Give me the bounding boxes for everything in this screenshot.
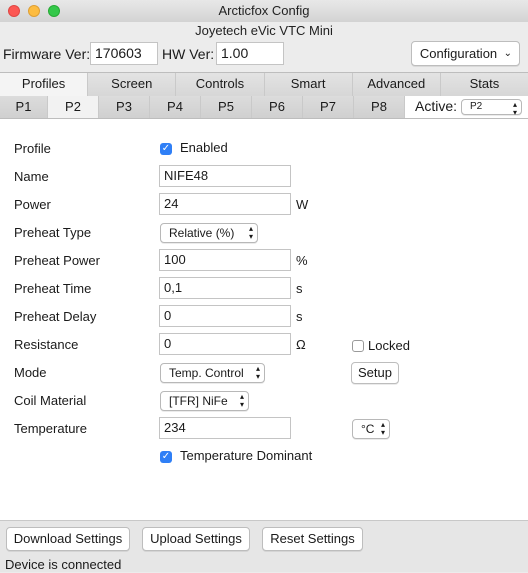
updown-icon: ▴ ▾ [512,100,517,117]
locked-label: Locked [368,338,410,353]
active-profile-area: Active: P2 ▴ ▾ [405,96,528,118]
chevron-down-icon: ⌄ [503,48,512,59]
checkmark-icon: ✓ [161,143,171,154]
preheat-type-select[interactable]: Relative (%) ▴ ▾ [160,223,258,243]
window-title: Arcticfox Config [218,3,310,18]
profile-label: Profile [14,141,51,156]
tab-p5[interactable]: P5 [201,96,252,118]
tab-advanced[interactable]: Advanced [353,73,441,97]
locked-checkbox[interactable] [352,340,364,352]
preheat-time-label: Preheat Time [14,281,92,296]
download-settings-button[interactable]: Download Settings [6,527,130,551]
power-unit: W [296,197,309,212]
preheat-power-field[interactable]: 100 [159,249,291,271]
device-name: Joyetech eVic VTC Mini [195,23,333,38]
resistance-unit: Ω [296,337,306,352]
reset-settings-label: Reset Settings [270,531,355,546]
title-bar: Arcticfox Config [0,0,528,22]
preheat-time-unit: s [296,281,303,296]
preheat-time-field[interactable]: 0,1 [159,277,291,299]
coil-material-label: Coil Material [14,393,87,408]
tab-p7[interactable]: P7 [303,96,354,118]
updown-icon: ▴ ▾ [380,420,385,437]
preheat-type-label: Preheat Type [14,225,92,240]
minimize-window-button[interactable] [28,5,40,17]
active-profile-value: P2 [470,101,483,112]
active-profile-select[interactable]: P2 ▴ ▾ [461,99,522,117]
configuration-label: Configuration [419,46,498,61]
updown-icon: ▴ ▾ [255,364,260,381]
preheat-type-value: Relative (%) [169,226,235,240]
setup-button[interactable]: Setup [351,362,399,384]
resistance-field[interactable]: 0 [159,333,291,355]
hw-version-label: HW Ver: [162,46,215,62]
enabled-label: Enabled [180,140,228,155]
download-settings-label: Download Settings [13,531,123,546]
power-field[interactable]: 24 [159,193,291,215]
tab-p8[interactable]: P8 [354,96,405,118]
temperature-unit-select[interactable]: °C ▴ ▾ [352,419,390,439]
coil-material-select[interactable]: [TFR] NiFe ▴ ▾ [160,391,249,411]
profile-settings-panel: Profile ✓ Enabled Name NIFE48 Power 24 W… [0,119,528,520]
mode-label: Mode [14,365,47,380]
preheat-delay-unit: s [296,309,303,324]
tab-p1[interactable]: P1 [0,96,48,118]
preheat-power-unit: % [296,253,308,268]
tab-p4[interactable]: P4 [150,96,201,118]
coil-material-value: [TFR] NiFe [169,394,228,408]
tab-smart[interactable]: Smart [265,73,353,97]
main-tabs: Profiles Screen Controls Smart Advanced … [0,72,528,98]
resistance-label: Resistance [14,337,79,352]
upload-settings-label: Upload Settings [150,531,242,546]
footer-bar: Download Settings Upload Settings Reset … [0,520,528,572]
tab-profiles[interactable]: Profiles [0,73,89,97]
firmware-field[interactable]: 170603 [90,42,158,65]
tab-p3[interactable]: P3 [99,96,150,118]
temperature-field[interactable]: 234 [159,417,291,439]
profile-tabs: P1 P2 P3 P4 P5 P6 P7 P8 Active: P2 ▴ ▾ [0,96,528,119]
enabled-checkbox[interactable]: ✓ [160,143,172,155]
updown-icon: ▴ ▾ [248,224,253,241]
updown-icon: ▴ ▾ [239,392,244,409]
power-label: Power [14,197,51,212]
mode-select[interactable]: Temp. Control ▴ ▾ [160,363,265,383]
tab-p6[interactable]: P6 [252,96,303,118]
tab-p2[interactable]: P2 [48,96,99,118]
configuration-dropdown[interactable]: Configuration ⌄ [411,41,520,66]
setup-label: Setup [358,365,392,380]
close-window-button[interactable] [8,5,20,17]
tab-stats[interactable]: Stats [441,73,528,97]
checkmark-icon: ✓ [161,451,171,462]
preheat-delay-field[interactable]: 0 [159,305,291,327]
name-field[interactable]: NIFE48 [159,165,291,187]
mode-value: Temp. Control [169,366,244,380]
preheat-delay-label: Preheat Delay [14,309,97,324]
upload-settings-button[interactable]: Upload Settings [142,527,250,551]
hw-version-field[interactable]: 1.00 [216,42,284,65]
active-label: Active: [415,98,458,114]
temperature-dominant-checkbox[interactable]: ✓ [160,451,172,463]
zoom-window-button[interactable] [48,5,60,17]
temperature-dominant-label: Temperature Dominant [180,448,313,463]
temperature-label: Temperature [14,421,87,436]
tab-controls[interactable]: Controls [176,73,265,97]
temperature-unit-value: °C [361,422,375,436]
name-label: Name [14,169,49,184]
reset-settings-button[interactable]: Reset Settings [262,527,363,551]
firmware-label: Firmware Ver: [3,46,91,62]
tab-screen[interactable]: Screen [88,73,177,97]
preheat-power-label: Preheat Power [14,253,100,268]
